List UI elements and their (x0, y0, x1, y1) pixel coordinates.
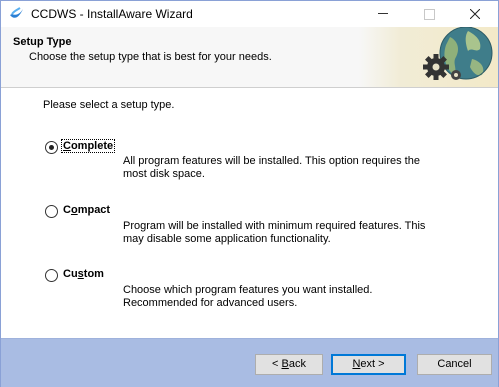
radio-selected-dot (49, 145, 54, 150)
description-line: Program will be installed with minimum r… (123, 220, 426, 232)
option-compact-label[interactable]: Compact (63, 204, 110, 216)
maximize-button[interactable] (406, 1, 452, 27)
description-line: Choose which program features you want i… (123, 284, 373, 296)
option-custom-description: Choose which program features you want i… (123, 284, 433, 310)
close-icon (470, 9, 480, 19)
back-button[interactable]: < Back (255, 354, 323, 375)
label-part: tom (83, 268, 104, 280)
setup-type-panel: Please select a setup type. Complete All… (1, 88, 498, 338)
maximize-icon (424, 9, 435, 20)
option-custom-label[interactable]: Custom (63, 268, 104, 280)
option-complete-label[interactable]: Complete (60, 139, 116, 153)
button-accesskey: B (281, 358, 289, 370)
description-line: most disk space. (123, 168, 205, 180)
option-compact-description: Program will be installed with minimum r… (123, 220, 433, 246)
label-part: Cu (63, 268, 78, 280)
installer-window: CCDWS - InstallAware Wizard Setup Type C… (0, 0, 499, 387)
radio-compact[interactable] (45, 205, 58, 218)
select-prompt: Please select a setup type. (43, 99, 175, 111)
minimize-icon (378, 13, 388, 14)
option-complete-description: All program features will be installed. … (123, 155, 433, 181)
description-line: Recommended for advanced users. (123, 297, 298, 309)
wizard-footer: < Back Next > Cancel (1, 338, 498, 387)
button-label-part: ack (288, 358, 306, 370)
label-accesskey: C (63, 140, 71, 152)
label-part: omplete (70, 140, 114, 152)
button-label-part: ext > (360, 358, 385, 370)
button-label-part: < (272, 358, 282, 370)
installaware-icon (10, 7, 23, 18)
label-part: mpact (77, 204, 111, 216)
cancel-button[interactable]: Cancel (417, 354, 492, 375)
page-title: Setup Type (13, 36, 72, 48)
description-line: All program features will be installed. … (123, 155, 420, 167)
label-accesskey: o (70, 204, 78, 216)
globe-gear-icon (423, 27, 493, 80)
next-button[interactable]: Next > (331, 354, 406, 375)
label-part: C (63, 204, 71, 216)
title-bar: CCDWS - InstallAware Wizard (1, 1, 498, 27)
description-line: may disable some application functionali… (123, 233, 331, 245)
minimize-button[interactable] (360, 1, 406, 27)
close-button[interactable] (452, 1, 498, 27)
radio-complete[interactable] (45, 141, 58, 154)
radio-custom[interactable] (45, 269, 58, 282)
page-subtitle: Choose the setup type that is best for y… (29, 51, 272, 63)
window-title: CCDWS - InstallAware Wizard (31, 7, 193, 21)
